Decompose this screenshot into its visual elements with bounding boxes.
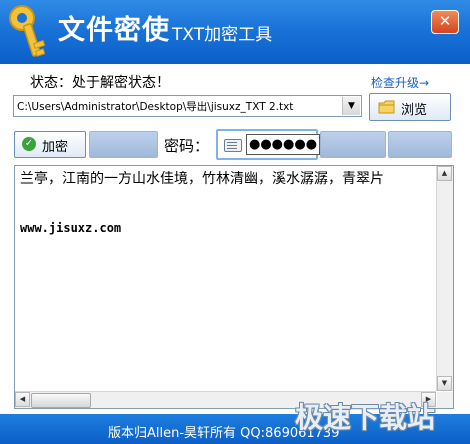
password-field[interactable]: ●●●●●●: [216, 129, 321, 160]
file-path-combobox[interactable]: C:\Users\Administrator\Desktop\导出\jisuxz…: [13, 95, 362, 117]
app-subtitle: TXT加密工具: [172, 25, 273, 45]
content-url: www.jisuxz.com: [20, 221, 122, 235]
browse-label: 浏览: [401, 103, 428, 118]
check-icon: ✓: [22, 137, 36, 151]
scroll-corner: [437, 392, 453, 408]
folder-icon: [378, 100, 395, 114]
password-label: 密码：: [164, 137, 210, 155]
app-window: 文件密使 TXT加密工具 ✕ 状态：处于解密状态！ 检查升级→ C:\Users…: [0, 0, 470, 444]
scroll-down-icon[interactable]: ▼: [437, 376, 452, 391]
dropdown-arrow-icon[interactable]: ▼: [342, 97, 360, 115]
watermark: 极速下载站: [295, 401, 436, 434]
keyboard-icon[interactable]: [224, 139, 242, 152]
password-value: ●●●●●●: [246, 134, 321, 155]
scroll-left-icon[interactable]: ◀: [15, 392, 30, 407]
scroll-thumb[interactable]: [31, 393, 91, 408]
encrypt-label: 加密: [42, 140, 69, 155]
app-title: 文件密使: [58, 15, 170, 46]
text-content-area[interactable]: 兰亭，江南的一方山水佳境，竹林清幽，溪水潺潺，青翠片 www.jisuxz.co…: [14, 165, 454, 409]
close-icon[interactable]: ✕: [431, 10, 459, 34]
title-bar[interactable]: 文件密使 TXT加密工具 ✕: [0, 0, 470, 64]
encrypt-button[interactable]: ✓ 加密: [14, 131, 86, 158]
file-path-value: C:\Users\Administrator\Desktop\导出\jisuxz…: [17, 101, 294, 113]
action-button-disabled-2: [388, 131, 452, 158]
scroll-up-icon[interactable]: ▲: [437, 166, 452, 181]
check-upgrade-link[interactable]: 检查升级→: [371, 74, 429, 91]
vertical-scrollbar[interactable]: ▲ ▼: [436, 166, 453, 391]
decrypt-button-disabled: [89, 131, 158, 158]
status-text: 状态：处于解密状态！: [30, 75, 170, 91]
action-button-disabled-1: [320, 131, 386, 158]
key-icon: [9, 5, 46, 57]
content-line: 兰亭，江南的一方山水佳境，竹林清幽，溪水潺潺，青翠片: [20, 171, 384, 187]
browse-button[interactable]: 浏览: [369, 93, 451, 121]
